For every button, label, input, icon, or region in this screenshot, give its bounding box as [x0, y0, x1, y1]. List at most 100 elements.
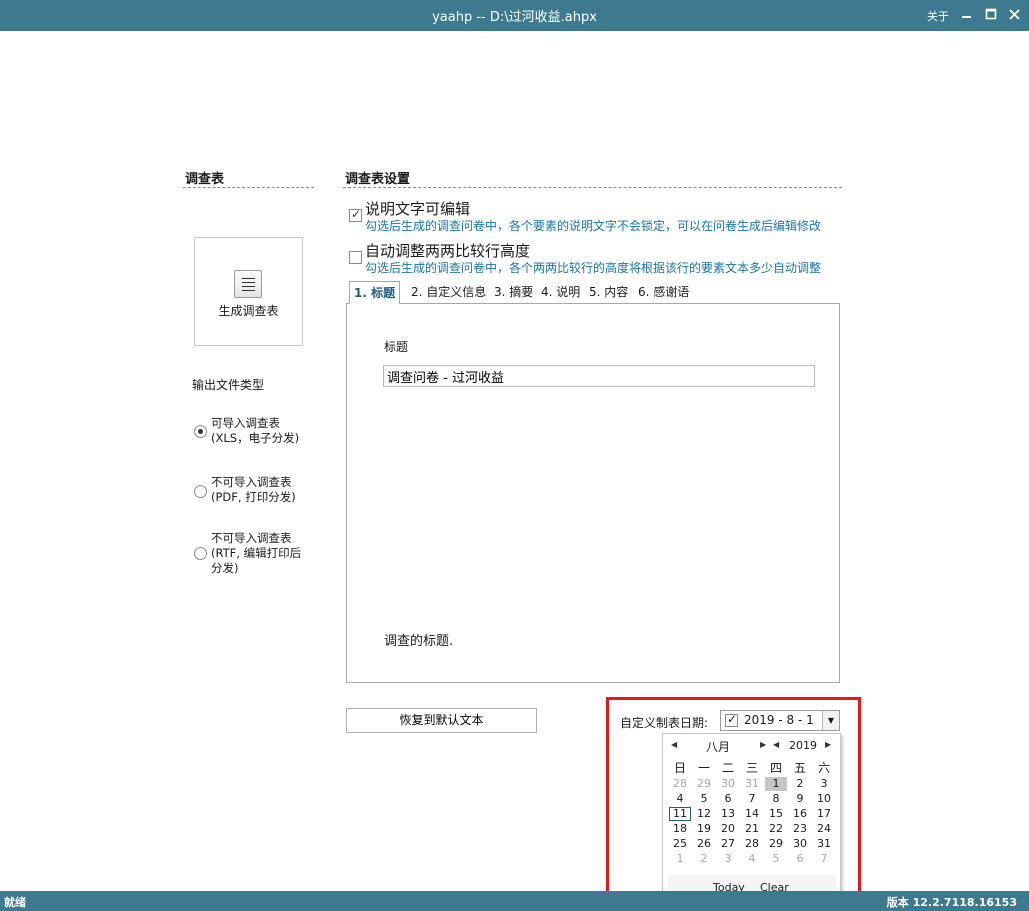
- date-enable-checkbox[interactable]: ✓: [725, 712, 738, 727]
- calendar-day[interactable]: 12: [693, 807, 715, 821]
- calendar-day[interactable]: 24: [813, 822, 835, 836]
- title-bar: yaahp -- D:\过河收益.ahpx 关于: [0, 0, 1029, 31]
- calendar-day[interactable]: 23: [789, 822, 811, 836]
- survey-heading: 调查表: [185, 172, 225, 187]
- calendar-day[interactable]: 14: [741, 807, 763, 821]
- restore-default-button[interactable]: 恢复到默认文本: [346, 708, 537, 733]
- calendar-day[interactable]: 2: [693, 852, 715, 866]
- calendar-day[interactable]: 29: [765, 837, 787, 851]
- auto-row-height-hint: 勾选后生成的调查问卷中，各个两两比较行的高度将根据该行的要素文本多少自动调整: [365, 261, 822, 275]
- generate-survey-button[interactable]: 生成调查表: [194, 237, 303, 346]
- tab-thanks[interactable]: 6. 感谢语: [638, 281, 689, 304]
- calendar-day[interactable]: 16: [789, 807, 811, 821]
- calendar-day[interactable]: 26: [693, 837, 715, 851]
- radio-rtf[interactable]: [194, 547, 207, 560]
- prev-year-icon[interactable]: ◀: [773, 740, 779, 749]
- calendar-day[interactable]: 3: [813, 777, 835, 791]
- version-text: 版本 12.2.7118.16153: [886, 896, 1017, 909]
- calendar-day[interactable]: 6: [789, 852, 811, 866]
- window-title: yaahp -- D:\过河收益.ahpx: [432, 10, 597, 25]
- status-bar: 就绪 版本 12.2.7118.16153: [0, 891, 1029, 911]
- date-value[interactable]: 2019 - 8 - 1: [744, 713, 814, 727]
- calendar-day[interactable]: 31: [813, 837, 835, 851]
- weekday-header: 二: [721, 761, 734, 775]
- calendar-day[interactable]: 20: [717, 822, 739, 836]
- editable-description-hint: 勾选后生成的调查问卷中，各个要素的说明文字不会锁定，可以在问卷生成后编辑修改: [365, 219, 822, 233]
- checkmark-icon: ✓: [727, 712, 738, 726]
- custom-date-label: 自定义制表日期:: [620, 716, 709, 730]
- calendar-day[interactable]: 11: [669, 807, 691, 821]
- dropdown-arrow-icon[interactable]: ▼: [822, 711, 839, 730]
- next-month-icon[interactable]: ▶: [760, 740, 766, 749]
- radio-xls[interactable]: [194, 425, 207, 438]
- calendar-day[interactable]: 13: [717, 807, 739, 821]
- calendar-day[interactable]: 30: [717, 777, 739, 791]
- title-input[interactable]: [383, 365, 815, 387]
- weekday-header: 一: [697, 761, 710, 775]
- status-text: 就绪: [4, 896, 26, 909]
- calendar-day[interactable]: 8: [765, 792, 787, 806]
- calendar-day[interactable]: 3: [717, 852, 739, 866]
- generate-survey-label: 生成调查表: [218, 304, 279, 318]
- editable-description-title[interactable]: 说明文字可编辑: [365, 198, 470, 219]
- prev-month-icon[interactable]: ◀: [671, 740, 677, 749]
- calendar-day[interactable]: 28: [741, 837, 763, 851]
- radio-pdf-label[interactable]: 不可导入调查表 (PDF, 打印分发): [211, 475, 296, 505]
- survey-heading-divider: [183, 187, 314, 188]
- calendar-popup: ◀ 八月 ▶ ◀ 2019 ▶ 日一二三四五六 28 29 30 31 1 2 3 4 5 6 7 8 9…: [662, 733, 841, 903]
- calendar-day[interactable]: 25: [669, 837, 691, 851]
- calendar-day[interactable]: 28: [669, 777, 691, 791]
- calendar-month[interactable]: 八月: [706, 738, 730, 755]
- tab-content[interactable]: 5. 内容: [589, 281, 628, 304]
- weekday-header: 三: [745, 761, 758, 775]
- calendar-day[interactable]: 9: [789, 792, 811, 806]
- auto-row-height-checkbox[interactable]: [349, 251, 362, 264]
- calendar-day[interactable]: 2: [789, 777, 811, 791]
- calendar-day[interactable]: 17: [813, 807, 835, 821]
- calendar-day[interactable]: 30: [789, 837, 811, 851]
- weekday-header: 四: [769, 761, 782, 775]
- date-picker-field[interactable]: ✓ 2019 - 8 - 1 ▼: [720, 710, 840, 731]
- calendar-day[interactable]: 4: [741, 852, 763, 866]
- calendar-day[interactable]: 29: [693, 777, 715, 791]
- calendar-day[interactable]: 1: [669, 852, 691, 866]
- tab-summary[interactable]: 3. 摘要: [494, 281, 533, 304]
- calendar-day[interactable]: 5: [693, 792, 715, 806]
- calendar-day[interactable]: 21: [741, 822, 763, 836]
- checkmark-icon: ✓: [351, 207, 362, 221]
- calendar-day[interactable]: 5: [765, 852, 787, 866]
- title-hint: 调查的标题.: [384, 634, 454, 649]
- auto-row-height-title[interactable]: 自动调整两两比较行高度: [365, 240, 530, 261]
- radio-pdf[interactable]: [194, 485, 207, 498]
- calendar-day[interactable]: 10: [813, 792, 835, 806]
- weekday-header: 日: [673, 761, 686, 775]
- close-icon[interactable]: [1004, 3, 1026, 27]
- tab-panel: [346, 303, 840, 683]
- about-button[interactable]: 关于: [927, 8, 949, 24]
- calendar-day[interactable]: 27: [717, 837, 739, 851]
- settings-heading: 调查表设置: [345, 172, 411, 187]
- tab-custom-info[interactable]: 2. 自定义信息: [411, 281, 486, 304]
- calendar-day[interactable]: 18: [669, 822, 691, 836]
- editable-description-checkbox[interactable]: ✓: [349, 207, 362, 222]
- calendar-day[interactable]: 7: [813, 852, 835, 866]
- calendar-day[interactable]: 31: [741, 777, 763, 791]
- minimize-icon[interactable]: [956, 3, 978, 27]
- output-type-label: 输出文件类型: [192, 378, 265, 392]
- calendar-day[interactable]: 19: [693, 822, 715, 836]
- title-field-label: 标题: [384, 340, 409, 354]
- calendar-day[interactable]: 15: [765, 807, 787, 821]
- radio-rtf-label[interactable]: 不可导入调查表 (RTF, 编辑打印后 分发): [211, 531, 301, 576]
- radio-xls-label[interactable]: 可导入调查表 (XLS，电子分发): [211, 416, 299, 446]
- calendar-day[interactable]: 6: [717, 792, 739, 806]
- calendar-day[interactable]: 7: [741, 792, 763, 806]
- tab-title[interactable]: 1. 标题: [349, 281, 401, 304]
- tab-description[interactable]: 4. 说明: [541, 281, 580, 304]
- weekday-header: 六: [817, 761, 830, 775]
- calendar-day[interactable]: 4: [669, 792, 691, 806]
- calendar-day[interactable]: 1: [765, 777, 787, 791]
- next-year-icon[interactable]: ▶: [825, 740, 831, 749]
- maximize-icon[interactable]: [980, 3, 1002, 27]
- calendar-year[interactable]: 2019: [789, 739, 817, 752]
- calendar-day[interactable]: 22: [765, 822, 787, 836]
